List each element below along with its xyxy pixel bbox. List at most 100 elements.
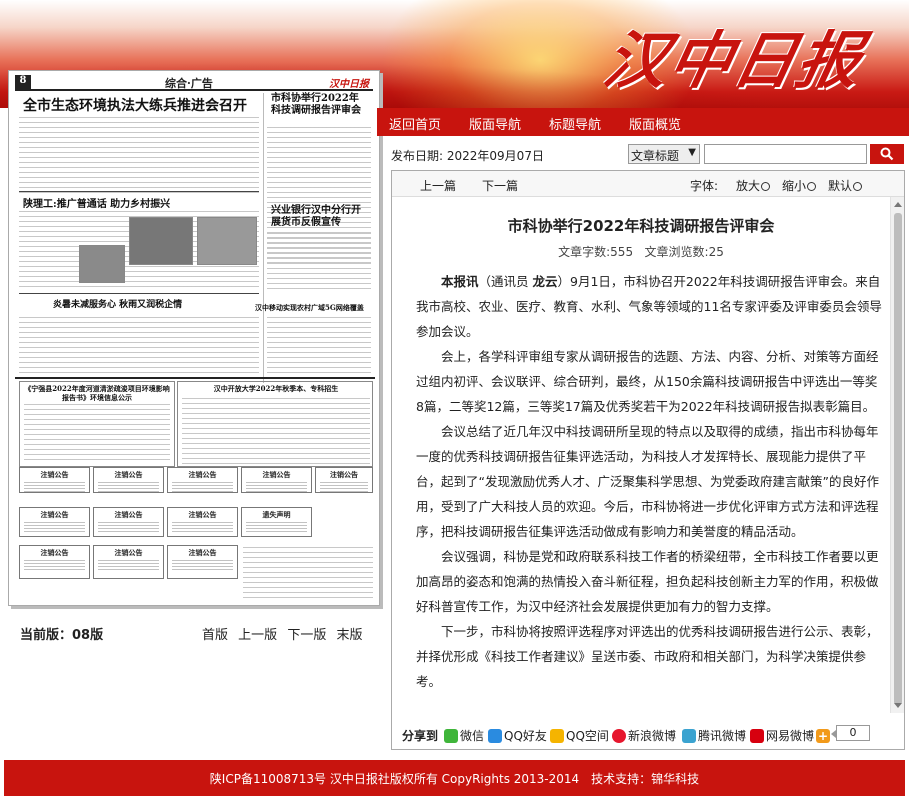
- notice-card[interactable]: 注销公告: [241, 467, 312, 494]
- notice-card[interactable]: 遗失声明: [241, 507, 312, 537]
- nav-home[interactable]: 返回首页: [389, 114, 441, 133]
- thumbnail-headline[interactable]: 陕理工:推广普通话 助力乡村振兴: [23, 195, 170, 210]
- notice-title: 注销公告: [40, 470, 69, 479]
- font-smaller-label: 缩小: [782, 179, 807, 193]
- notice-title: 注销公告: [114, 548, 143, 557]
- thumbnail-headline[interactable]: 市科协举行2022年科技调研报告评审会: [271, 93, 363, 117]
- notice-text: [246, 482, 307, 494]
- share-qzone[interactable]: QQ空间: [550, 727, 609, 744]
- prev-edition-link[interactable]: 上一版: [238, 628, 277, 643]
- share-tencent-weibo[interactable]: 腾讯微博: [682, 727, 746, 744]
- wechat-icon: [444, 729, 458, 743]
- notice-text: [98, 522, 159, 534]
- lead-dateline: 本报讯: [441, 274, 479, 289]
- newspaper-logo[interactable]: 汉中日报: [597, 10, 872, 100]
- search-icon: [880, 147, 894, 161]
- thumbnail-headline[interactable]: 汉中移动实现农村广域5G网络覆盖: [255, 303, 373, 313]
- article-body: 本报讯（通讯员 龙云）9月1日，市科协召开2022年科技调研报告评审会。来自我市…: [416, 269, 882, 694]
- search-input[interactable]: [704, 144, 867, 164]
- text-block: [19, 317, 259, 373]
- search-button[interactable]: [870, 144, 904, 164]
- notice-card[interactable]: 注销公告: [315, 467, 373, 494]
- notice-card[interactable]: 注销公告: [93, 545, 164, 579]
- thumbnail-headline[interactable]: 全市生态环境执法大练兵推进会召开: [23, 95, 247, 115]
- article-toolbar: 上一篇 下一篇 字体: 放大 缩小 默认: [392, 171, 904, 197]
- edition-nav: 首版 上一版 下一版 末版: [202, 624, 368, 643]
- thumbnail-headline[interactable]: 兴业银行汉中分行开展货币反假宣传: [271, 205, 363, 229]
- thumbnail-rule: [19, 191, 259, 192]
- search-type-value: 文章标题: [631, 149, 680, 163]
- notice-text: [24, 560, 85, 572]
- notice-card[interactable]: 注销公告: [19, 545, 90, 579]
- thumbnail-section: 综合·广告: [165, 77, 213, 90]
- notice-title: 注销公告: [188, 510, 217, 519]
- last-edition-link[interactable]: 末版: [336, 628, 362, 643]
- notice-box[interactable]: 汉中开放大学2022年秋季本、专科招生: [177, 381, 373, 467]
- next-edition-link[interactable]: 下一版: [287, 628, 326, 643]
- notice-title: 注销公告: [188, 470, 217, 479]
- first-edition-link[interactable]: 首版: [202, 628, 228, 643]
- scroll-down-icon[interactable]: [894, 703, 902, 708]
- share-qq-friend[interactable]: QQ好友: [488, 727, 547, 744]
- nav-title-navigation[interactable]: 标题导航: [549, 114, 601, 133]
- caret-down-icon: ▼: [688, 147, 696, 158]
- nav-page-overview[interactable]: 版面概览: [629, 114, 681, 133]
- share-more[interactable]: +: [816, 726, 832, 743]
- scrollbar-thumb[interactable]: [894, 213, 902, 705]
- article-scrollbar[interactable]: [890, 197, 904, 713]
- search-type-select[interactable]: 文章标题 ▼: [628, 144, 700, 164]
- thumbnail-rule: [19, 293, 259, 294]
- notice-text: [98, 482, 159, 494]
- notice-title: 注销公告: [114, 510, 143, 519]
- share-qzone-label: QQ空间: [566, 729, 609, 743]
- text-block: [243, 547, 373, 599]
- notice-card[interactable]: 注销公告: [167, 545, 238, 579]
- font-bigger-option[interactable]: 放大: [736, 177, 771, 194]
- article-title: 市科协举行2022年科技调研报告评审会: [507, 217, 775, 235]
- notice-box[interactable]: 《宁强县2022年度河道清淤疏浚项目环境影响报告书》环境信息公示: [19, 381, 175, 467]
- radio-icon: [807, 182, 817, 191]
- tencent-weibo-icon: [682, 729, 696, 743]
- share-wechat[interactable]: 微信: [444, 727, 484, 744]
- font-smaller-option[interactable]: 缩小: [782, 177, 817, 194]
- nav-page-navigation[interactable]: 版面导航: [469, 114, 521, 133]
- scroll-up-icon[interactable]: [894, 202, 902, 207]
- article-paragraph: 会上，各学科评审组专家从调研报告的选题、方法、内容、分析、对策等方面经过组内初评…: [416, 349, 879, 414]
- notice-text: [24, 522, 85, 534]
- share-qq-friend-label: QQ好友: [504, 729, 547, 743]
- article-panel: 上一篇 下一篇 字体: 放大 缩小 默认 市科协举行2022年科技调研报告评审会…: [391, 170, 905, 750]
- share-sina-weibo[interactable]: 新浪微博: [612, 727, 676, 744]
- lead-paren-close: ）: [557, 274, 571, 289]
- notice-card[interactable]: 注销公告: [167, 507, 238, 537]
- notice-text: [172, 522, 233, 534]
- article-scroll-area[interactable]: 市科协举行2022年科技调研报告评审会 文章字数:555 文章浏览数:25 本报…: [392, 197, 890, 707]
- notice-title: 注销公告: [40, 510, 69, 519]
- notice-card[interactable]: 注销公告: [93, 507, 164, 537]
- notice-text: [246, 522, 307, 534]
- notice-card[interactable]: 注销公告: [93, 467, 164, 494]
- word-count: 555: [610, 245, 634, 259]
- notice-card[interactable]: 注销公告: [19, 507, 90, 537]
- font-bigger-label: 放大: [736, 179, 761, 193]
- notice-title: 注销公告: [114, 470, 143, 479]
- notice-card[interactable]: 注销公告: [167, 467, 238, 494]
- share-netease-weibo[interactable]: 网易微博: [750, 727, 814, 744]
- qq-icon: [488, 729, 502, 743]
- views-count: 25: [708, 245, 724, 259]
- publish-date-label: 发布日期:: [391, 149, 444, 163]
- thumbnail-photo: [197, 217, 257, 265]
- share-bar: 分享到 微信 QQ好友 QQ空间 新浪微博 腾讯微博 网易微博 + 0: [392, 719, 904, 749]
- page-thumbnail[interactable]: 8 综合·广告 汉中日报 全市生态环境执法大练兵推进会召开 市科协举行2022年…: [8, 70, 380, 606]
- font-size-label: 字体:: [690, 179, 719, 193]
- notice-card[interactable]: 注销公告: [19, 467, 90, 494]
- thumbnail-logo: 汉中日报: [329, 79, 369, 90]
- thumbnail-headline[interactable]: 炎暑未减服务心 秋雨又润税企情: [53, 297, 182, 310]
- article-paragraph: 会议总结了近几年汉中科技调研所呈现的特点以及取得的成绩，指出市科协每年一度的优秀…: [416, 424, 879, 539]
- article-meta: 文章字数:555 文章浏览数:25: [392, 243, 890, 260]
- footer: 陕ICP备11008713号 汉中日报社版权所有 CopyRights 2013…: [4, 760, 905, 796]
- font-default-option[interactable]: 默认: [828, 177, 863, 194]
- plus-icon: +: [816, 729, 830, 743]
- prev-article-link[interactable]: 上一篇: [420, 177, 456, 194]
- next-article-link[interactable]: 下一篇: [482, 177, 518, 194]
- thumbnail-photo: [79, 245, 125, 283]
